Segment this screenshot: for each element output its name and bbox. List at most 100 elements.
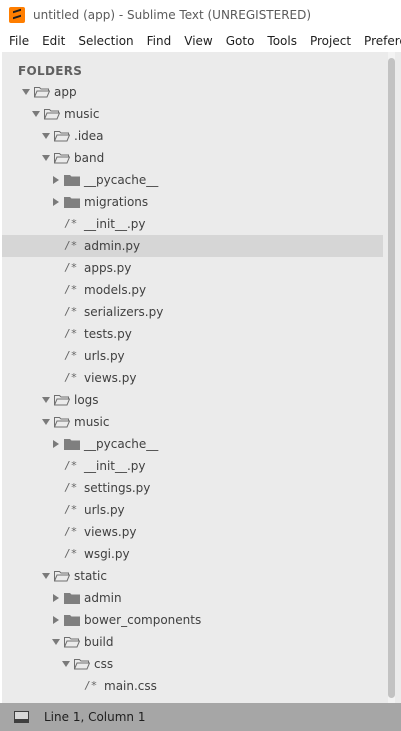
folder-icon: [64, 615, 80, 626]
file-icon: /*: [64, 327, 78, 340]
tree-item-label: static: [74, 569, 107, 583]
tree-folder-row[interactable]: __pycache__: [2, 433, 383, 455]
file-icon: /*: [64, 525, 78, 538]
tree-folder-row[interactable]: __pycache__: [2, 169, 383, 191]
tree-file-row[interactable]: /* apps.py: [2, 257, 383, 279]
disclosure-open-icon[interactable]: [42, 397, 50, 403]
tree-file-row[interactable]: /* settings.py: [2, 477, 383, 499]
sidebar: FOLDERS app music .idea band __pycache__ migr…: [2, 52, 383, 703]
tree-item-label: apps.py: [84, 261, 132, 275]
folder-open-icon: [44, 109, 60, 120]
scrollbar-thumb[interactable]: [388, 58, 395, 698]
file-icon: /*: [64, 503, 78, 516]
tree-item-label: urls.py: [84, 503, 125, 517]
tree-item-label: .idea: [74, 129, 104, 143]
folder-open-icon: [54, 571, 70, 582]
tree-item-label: migrations: [84, 195, 149, 209]
folder-tree: app music .idea band __pycache__ migrations /*…: [2, 81, 383, 697]
disclosure-open-icon[interactable]: [42, 133, 50, 139]
tree-item-label: music: [64, 107, 100, 121]
disclosure-open-icon[interactable]: [42, 573, 50, 579]
disclosure-open-icon[interactable]: [32, 111, 40, 117]
tree-folder-row[interactable]: migrations: [2, 191, 383, 213]
disclosure-closed-icon[interactable]: [53, 176, 59, 184]
menu-selection[interactable]: Selection: [71, 34, 139, 48]
menu-project[interactable]: Project: [303, 34, 357, 48]
cursor-position: Line 1, Column 1: [44, 710, 146, 724]
disclosure-open-icon[interactable]: [42, 419, 50, 425]
disclosure-open-icon[interactable]: [22, 89, 30, 95]
tree-file-row[interactable]: /* views.py: [2, 521, 383, 543]
tree-folder-row[interactable]: .idea: [2, 125, 383, 147]
tree-file-row[interactable]: /* views.py: [2, 367, 383, 389]
menu-preferences[interactable]: Preferences: [357, 34, 401, 48]
menu-tools[interactable]: Tools: [260, 34, 303, 48]
tree-folder-row[interactable]: music: [2, 103, 383, 125]
tree-file-row[interactable]: /* main.css: [2, 675, 383, 697]
tree-item-label: tests.py: [84, 327, 132, 341]
menu-goto[interactable]: Goto: [219, 34, 261, 48]
file-icon: /*: [64, 283, 78, 296]
tree-folder-row[interactable]: bower_components: [2, 609, 383, 631]
file-icon: /*: [64, 261, 78, 274]
tree-item-label: css: [94, 657, 114, 671]
status-bar: Line 1, Column 1: [0, 703, 401, 731]
tree-item-label: admin.py: [84, 239, 141, 253]
tree-item-label: serializers.py: [84, 305, 164, 319]
tree-file-row[interactable]: /* urls.py: [2, 499, 383, 521]
tree-folder-row[interactable]: build: [2, 631, 383, 653]
tree-folder-row[interactable]: css: [2, 653, 383, 675]
tree-folder-row[interactable]: static: [2, 565, 383, 587]
tree-file-row[interactable]: /* __init__.py: [2, 213, 383, 235]
tree-folder-row[interactable]: band: [2, 147, 383, 169]
tree-item-label: views.py: [84, 525, 137, 539]
panel-toggle-icon[interactable]: [14, 711, 29, 723]
menu-find[interactable]: Find: [140, 34, 178, 48]
tree-item-label: settings.py: [84, 481, 151, 495]
tree-folder-row[interactable]: music: [2, 411, 383, 433]
file-icon: /*: [84, 679, 98, 692]
disclosure-open-icon[interactable]: [52, 639, 60, 645]
sublime-text-logo-icon: [9, 7, 25, 23]
folder-icon: [64, 197, 80, 208]
menu-view[interactable]: View: [177, 34, 218, 48]
folder-open-icon: [54, 417, 70, 428]
tree-folder-row[interactable]: logs: [2, 389, 383, 411]
file-icon: /*: [64, 239, 78, 252]
tree-file-row[interactable]: /* admin.py: [2, 235, 383, 257]
disclosure-open-icon[interactable]: [62, 661, 70, 667]
folder-icon: [64, 175, 80, 186]
tree-item-label: music: [74, 415, 110, 429]
menu-edit[interactable]: Edit: [35, 34, 71, 48]
file-icon: /*: [64, 349, 78, 362]
tree-file-row[interactable]: /* urls.py: [2, 345, 383, 367]
tree-item-label: build: [84, 635, 114, 649]
folder-open-icon: [54, 395, 70, 406]
folder-open-icon: [64, 637, 80, 648]
disclosure-closed-icon[interactable]: [53, 616, 59, 624]
file-icon: /*: [64, 217, 78, 230]
disclosure-closed-icon[interactable]: [53, 198, 59, 206]
disclosure-closed-icon[interactable]: [53, 594, 59, 602]
file-icon: /*: [64, 481, 78, 494]
tree-item-label: bower_components: [84, 613, 202, 627]
tree-file-row[interactable]: /* models.py: [2, 279, 383, 301]
menu-file[interactable]: File: [0, 34, 35, 48]
file-icon: /*: [64, 305, 78, 318]
tree-folder-row[interactable]: app: [2, 81, 383, 103]
tree-folder-row[interactable]: admin: [2, 587, 383, 609]
tree-file-row[interactable]: /* wsgi.py: [2, 543, 383, 565]
tree-item-label: logs: [74, 393, 99, 407]
tree-file-row[interactable]: /* __init__.py: [2, 455, 383, 477]
tree-file-row[interactable]: /* serializers.py: [2, 301, 383, 323]
menu-bar: File Edit Selection Find View Goto Tools…: [0, 30, 401, 51]
folder-open-icon: [54, 131, 70, 142]
disclosure-open-icon[interactable]: [42, 155, 50, 161]
tree-item-label: __init__.py: [84, 459, 146, 473]
window-title: untitled (app) - Sublime Text (UNREGISTE…: [33, 8, 312, 22]
tree-file-row[interactable]: /* tests.py: [2, 323, 383, 345]
folder-icon: [64, 593, 80, 604]
title-bar: untitled (app) - Sublime Text (UNREGISTE…: [0, 0, 401, 30]
disclosure-closed-icon[interactable]: [53, 440, 59, 448]
tree-item-label: main.css: [104, 679, 157, 693]
